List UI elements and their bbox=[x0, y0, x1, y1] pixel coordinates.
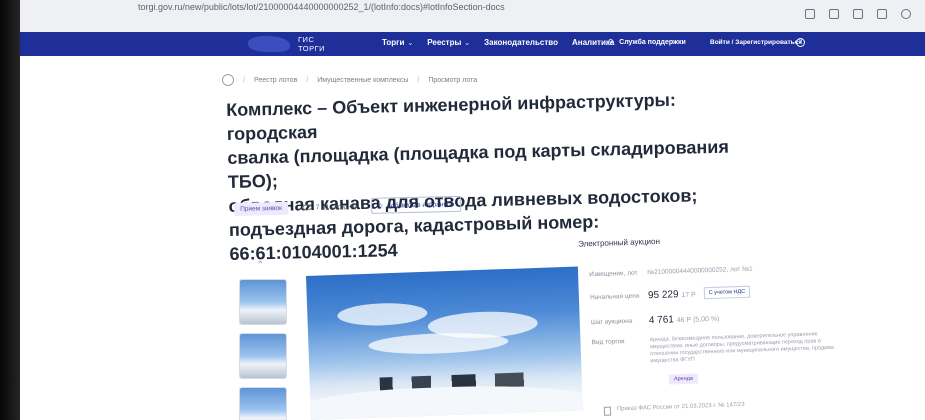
main-nav: Торги ⌄ Реестры ⌄ Законодательство Аналити… bbox=[382, 38, 614, 47]
home-emblem-icon[interactable] bbox=[222, 74, 234, 86]
nav-item-torgi[interactable]: Торги ⌄ bbox=[382, 38, 413, 47]
site-logo[interactable]: ГИС ТОРГИ bbox=[248, 32, 338, 56]
nav-item-legislation[interactable]: Законодательство bbox=[484, 38, 558, 47]
notice-link[interactable]: №21000004440000000252, лот №1 bbox=[647, 266, 753, 277]
fas-order-link[interactable]: Приказ ФАС России от 21.03.2023 г. № 147… bbox=[603, 402, 745, 416]
help-icon[interactable]: ? bbox=[796, 38, 805, 47]
auction-kind-row: Вид торгов Аренда, безвозмездное пользов… bbox=[591, 331, 835, 365]
breadcrumb: / Реестр лотов / Имущественные комплексы… bbox=[222, 74, 477, 86]
lot-page: / Реестр лотов / Имущественные комплексы… bbox=[20, 56, 925, 420]
russia-map-icon bbox=[248, 36, 290, 52]
vat-badge: С учетом НДС bbox=[703, 285, 751, 300]
start-price-row: Начальная цена 95 229 17 Р С учетом НДС bbox=[590, 285, 751, 304]
chevron-down-icon: ⌄ bbox=[464, 39, 471, 47]
install-icon[interactable] bbox=[805, 9, 815, 19]
site-header: ГИС ТОРГИ Торги ⌄ Реестры ⌄ Законодательст… bbox=[20, 32, 925, 56]
eye-icon bbox=[301, 204, 312, 211]
bookmark-icon[interactable] bbox=[853, 9, 863, 19]
support-link[interactable]: ⚲ Служба поддержки bbox=[608, 38, 686, 47]
gallery-up-arrow-icon[interactable]: ⌃ bbox=[256, 260, 264, 271]
breadcrumb-lots-registry[interactable]: Реестр лотов bbox=[254, 77, 297, 84]
screen-bezel bbox=[0, 0, 22, 420]
extensions-icon[interactable] bbox=[877, 9, 887, 19]
breadcrumb-view-lot: Просмотр лота bbox=[428, 76, 478, 84]
step-row: Шаг аукциона 4 761 46 Р (5,00 %) bbox=[590, 314, 720, 327]
breadcrumb-property-complexes[interactable]: Имущественные комплексы bbox=[317, 77, 408, 84]
login-link[interactable]: Войти / Зарегистрироваться bbox=[710, 39, 802, 46]
add-to-favorites-button[interactable]: ☆ Добавить в избранное bbox=[370, 195, 462, 214]
gallery-thumbnail[interactable] bbox=[240, 388, 286, 420]
browser-address-bar[interactable]: torgi.gov.ru/new/public/lots/lot/2100000… bbox=[20, 0, 925, 32]
lot-main-photo[interactable] bbox=[306, 266, 583, 420]
url-text[interactable]: torgi.gov.ru/new/public/lots/lot/2100000… bbox=[138, 2, 505, 12]
views-counter: 7 (1 сегодня) bbox=[301, 203, 357, 211]
gallery-thumbnail[interactable] bbox=[240, 280, 286, 324]
logo-text: ГИС ТОРГИ bbox=[298, 35, 326, 53]
lease-tag: Аренда bbox=[668, 373, 699, 385]
star-icon: ☆ bbox=[377, 202, 384, 210]
zoom-icon[interactable] bbox=[829, 9, 839, 19]
document-icon bbox=[603, 406, 612, 416]
profile-icon[interactable] bbox=[901, 9, 911, 19]
status-badge: Прием заявок bbox=[234, 201, 289, 216]
gallery-thumbnail[interactable] bbox=[240, 334, 286, 378]
notice-row: Извещение, лот №21000004440000000252, ло… bbox=[589, 265, 753, 279]
chevron-down-icon: ⌄ bbox=[407, 39, 414, 47]
search-icon[interactable]: ⚲ bbox=[608, 38, 613, 46]
browser-toolbar-icons bbox=[805, 9, 911, 19]
nav-item-registries[interactable]: Реестры ⌄ bbox=[427, 38, 470, 47]
